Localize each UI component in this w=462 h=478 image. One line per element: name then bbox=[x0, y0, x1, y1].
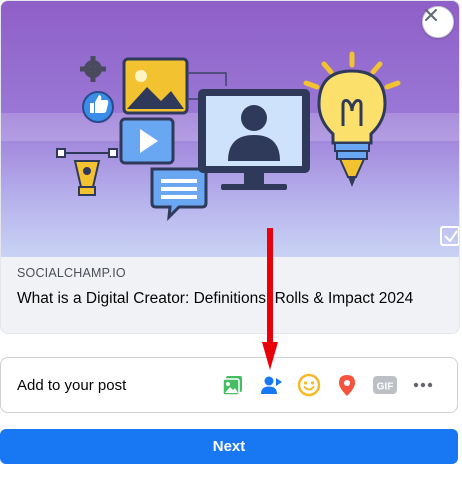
video-graphic bbox=[119, 117, 175, 165]
check-in-button[interactable] bbox=[329, 367, 365, 403]
link-title: What is a Digital Creator: Definitions, … bbox=[17, 290, 414, 307]
location-pin-icon bbox=[339, 375, 355, 396]
gif-button[interactable]: GIF bbox=[367, 367, 403, 403]
chat-bubble-graphic bbox=[150, 167, 208, 222]
close-icon bbox=[425, 9, 437, 21]
close-preview-button[interactable] bbox=[422, 6, 454, 38]
more-icon bbox=[413, 382, 433, 388]
checkbox-graphic bbox=[440, 226, 459, 246]
link-preview-card[interactable]: SOCIALCHAMP.IO What is a Digital Creator… bbox=[0, 0, 460, 334]
photo-icon bbox=[222, 376, 242, 396]
image-graphic bbox=[122, 57, 189, 115]
tag-people-icon bbox=[261, 376, 282, 394]
link-domain: SOCIALCHAMP.IO bbox=[17, 266, 126, 280]
gif-label: GIF bbox=[377, 382, 394, 393]
pen-tool-graphic bbox=[56, 148, 118, 196]
more-options-button[interactable] bbox=[405, 367, 441, 403]
smiley-icon bbox=[297, 373, 321, 397]
gif-icon: GIF bbox=[373, 376, 397, 394]
next-button[interactable]: Next bbox=[0, 429, 458, 464]
gear-graphic bbox=[80, 56, 106, 82]
monitor-graphic bbox=[198, 89, 310, 190]
digital-creator-illustration bbox=[1, 51, 459, 246]
add-to-post-bar: Add to your post GIF bbox=[0, 357, 458, 413]
photo-video-button[interactable] bbox=[215, 367, 251, 403]
feeling-activity-button[interactable] bbox=[291, 367, 327, 403]
like-graphic bbox=[82, 91, 114, 123]
add-to-post-label: Add to your post bbox=[17, 376, 127, 394]
link-preview-image bbox=[1, 1, 459, 257]
tag-people-button[interactable] bbox=[253, 367, 289, 403]
link-meta: SOCIALCHAMP.IO What is a Digital Creator… bbox=[1, 257, 459, 333]
